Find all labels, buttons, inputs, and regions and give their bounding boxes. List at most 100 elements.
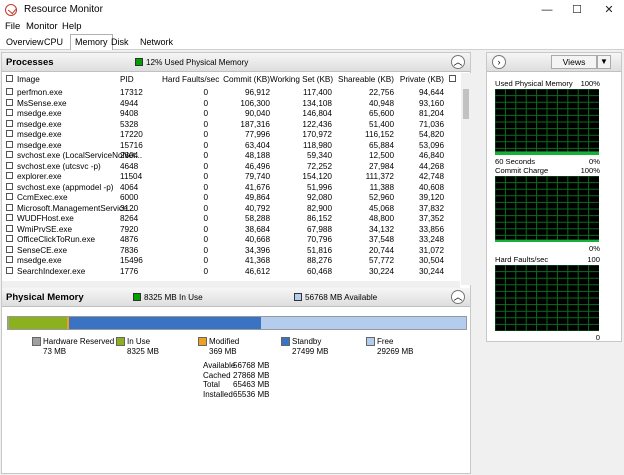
row-checkbox[interactable] xyxy=(6,119,13,127)
menu-monitor[interactable]: Monitor xyxy=(26,21,58,32)
table-row[interactable]: msedge.exe 15496 0 41,368 88,276 57,772 30,504 xyxy=(2,256,460,267)
graph-canvas xyxy=(495,89,599,155)
table-cell: 7920 xyxy=(120,224,139,234)
graph-min: 0% xyxy=(589,244,600,253)
table-row[interactable]: CcmExec.exe 6000 0 49,864 92,080 52,960 39,120 xyxy=(2,193,460,204)
table-row[interactable]: svchost.exe (appmodel -p) 4064 0 41,676 51,9… xyxy=(2,182,460,194)
horizontal-scrollbar[interactable] xyxy=(2,281,460,288)
physical-memory-header[interactable]: Physical Memory 8325 MB In Use 56768 MB … xyxy=(2,288,470,307)
collapse-physical-memory-icon[interactable]: ︿ xyxy=(451,290,465,304)
row-checkbox[interactable] xyxy=(6,161,13,169)
vertical-scrollbar[interactable] xyxy=(461,73,471,285)
table-row[interactable]: WUDFHost.exe 8264 0 58,288 86,152 48,800 37,35… xyxy=(2,214,460,225)
available-swatch xyxy=(294,293,302,301)
table-cell: WUDFHost.exe xyxy=(17,214,74,223)
row-checkbox[interactable] xyxy=(6,109,13,116)
collapse-processes-icon[interactable]: ︿ xyxy=(451,55,465,69)
table-row[interactable]: msedge.exe 5328 0 187,316 122,436 51,400 71,03… xyxy=(2,119,460,131)
right-panel: › Views ▼ Used Physical Memory 100% 60 Sec… xyxy=(486,52,622,342)
row-checkbox[interactable] xyxy=(6,193,13,200)
table-cell: 2804 xyxy=(120,151,139,160)
row-checkbox[interactable] xyxy=(6,203,13,211)
table-cell: 34,396 xyxy=(244,245,270,255)
tab-disk[interactable]: Disk xyxy=(107,36,133,50)
table-row[interactable]: perfmon.exe 17312 0 96,912 117,400 22,756 94,6… xyxy=(2,88,460,99)
legend-label: In Use xyxy=(127,337,151,346)
table-cell: 48,188 xyxy=(244,151,270,160)
table-row[interactable]: SenseCE.exe 7836 0 34,396 51,816 20,744 31,072 xyxy=(2,245,460,257)
column-options-checkbox[interactable] xyxy=(449,75,456,82)
maximize-button[interactable]: ☐ xyxy=(562,0,592,20)
table-cell: 71,036 xyxy=(418,119,444,129)
window-title: Resource Monitor xyxy=(24,4,103,15)
col-working-set[interactable]: Working Set (KB) xyxy=(270,75,333,84)
table-row[interactable]: msedge.exe 17220 0 77,996 170,972 116,152 54,8… xyxy=(2,130,460,141)
table-cell: 88,276 xyxy=(306,256,332,265)
col-private[interactable]: Private (KB) xyxy=(394,75,444,84)
tab-cpu[interactable]: CPU xyxy=(40,36,67,50)
resource-monitor-icon xyxy=(5,4,17,16)
table-row[interactable]: Microsoft.ManagementService... 3120 0 40,79… xyxy=(2,203,460,215)
table-row[interactable]: svchost.exe (LocalServiceNoNet... 2804 0 48… xyxy=(2,151,460,162)
table-row[interactable]: OfficeClickToRun.exe 4876 0 40,668 70,796 37,… xyxy=(2,235,460,246)
col-shareable[interactable]: Shareable (KB) xyxy=(332,75,394,84)
table-cell: 51,996 xyxy=(306,182,332,192)
table-cell: 5328 xyxy=(120,119,139,129)
table-cell: 67,988 xyxy=(306,224,332,234)
table-row[interactable]: MsSense.exe 4944 0 106,300 134,108 40,948 93,1… xyxy=(2,98,460,110)
table-row[interactable]: svchost.exe (utcsvc -p) 4648 0 46,496 72,252… xyxy=(2,161,460,173)
views-button[interactable]: Views xyxy=(551,55,597,69)
row-checkbox[interactable] xyxy=(6,130,13,137)
row-checkbox[interactable] xyxy=(6,88,13,95)
col-pid[interactable]: PID xyxy=(120,75,134,84)
processes-table: Image PID Hard Faults/sec Commit (KB) Wo… xyxy=(2,73,460,285)
graph-min: 0% xyxy=(589,157,600,166)
table-cell: 0 xyxy=(203,182,208,192)
row-checkbox[interactable] xyxy=(6,235,13,242)
table-row[interactable]: WmiPrvSE.exe 7920 0 38,684 67,988 34,132 33,85… xyxy=(2,224,460,236)
graph-max: 100% xyxy=(580,166,600,175)
close-button[interactable]: ✕ xyxy=(594,0,624,20)
memory-usage-swatch xyxy=(135,58,143,66)
views-dropdown-icon[interactable]: ▼ xyxy=(597,55,611,69)
menu-file[interactable]: File xyxy=(5,21,20,32)
row-checkbox[interactable] xyxy=(6,245,13,253)
row-checkbox[interactable] xyxy=(6,98,13,106)
table-cell: 0 xyxy=(203,151,208,160)
minimize-button[interactable]: — xyxy=(532,0,562,20)
memory-bar-standby xyxy=(69,317,262,329)
memory-usage-bar xyxy=(7,316,467,330)
table-cell: 53,096 xyxy=(418,140,444,150)
table-cell: 15496 xyxy=(120,256,143,265)
expand-panel-icon[interactable]: › xyxy=(492,55,506,69)
graph-time-label: 60 Seconds xyxy=(495,157,536,166)
table-cell: 116,152 xyxy=(365,130,394,139)
row-checkbox[interactable] xyxy=(6,224,13,232)
col-image[interactable]: Image xyxy=(17,75,40,84)
table-row[interactable]: SearchIndexer.exe 1776 0 46,612 60,468 30,224… xyxy=(2,266,460,278)
select-all-checkbox[interactable] xyxy=(6,75,13,82)
table-cell: 117,400 xyxy=(303,88,332,97)
table-row[interactable]: msedge.exe 15716 0 63,404 118,980 65,884 53,09… xyxy=(2,140,460,152)
table-cell: 170,972 xyxy=(302,130,332,139)
tab-network[interactable]: Network xyxy=(136,36,177,50)
processes-header[interactable]: Processes 12% Used Physical Memory ︿ xyxy=(2,53,470,72)
table-row[interactable]: explorer.exe 11504 0 79,740 154,120 111,372 42… xyxy=(2,172,460,183)
table-row[interactable]: msedge.exe 9408 0 90,040 146,804 65,600 81,204 xyxy=(2,109,460,120)
row-checkbox[interactable] xyxy=(6,172,13,179)
table-cell: 12,500 xyxy=(368,151,394,160)
row-checkbox[interactable] xyxy=(6,256,13,263)
legend-swatch xyxy=(32,337,41,346)
table-cell: 92,080 xyxy=(306,193,332,202)
row-checkbox[interactable] xyxy=(6,151,13,158)
table-cell: 41,676 xyxy=(244,182,270,192)
row-checkbox[interactable] xyxy=(6,266,13,274)
menu-help[interactable]: Help xyxy=(62,21,82,32)
col-commit[interactable]: Commit (KB) xyxy=(212,75,270,84)
legend-value: 27499 MB xyxy=(292,347,329,356)
row-checkbox[interactable] xyxy=(6,214,13,221)
row-checkbox[interactable] xyxy=(6,182,13,190)
table-header: Image PID Hard Faults/sec Commit (KB) Wo… xyxy=(2,75,460,87)
col-hard-faults[interactable]: Hard Faults/sec xyxy=(162,75,219,84)
row-checkbox[interactable] xyxy=(6,140,13,148)
